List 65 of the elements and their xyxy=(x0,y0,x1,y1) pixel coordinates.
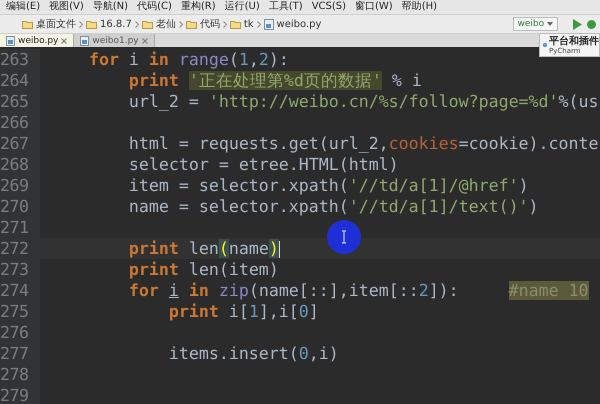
menu-item[interactable]: 工具(T) xyxy=(268,1,303,13)
folder-icon xyxy=(86,20,97,28)
breadcrumb-item[interactable]: 16.8.7 xyxy=(86,18,132,30)
line-number: 275 xyxy=(0,301,40,322)
mouse-pointer-icon xyxy=(327,220,361,254)
chevron-right-icon xyxy=(134,20,139,28)
line-number: 278 xyxy=(0,364,40,385)
menu-item[interactable]: 窗口(W) xyxy=(355,1,393,13)
line-number: 264 xyxy=(0,70,40,91)
code-line: print len(item) xyxy=(128,260,279,279)
folder-icon xyxy=(22,20,33,28)
line-number: 273 xyxy=(0,259,40,280)
line-number: 269 xyxy=(0,175,40,196)
code-line: print i[1],i[0] xyxy=(168,302,319,321)
line-number: 274 xyxy=(0,280,40,301)
line-number: 268 xyxy=(0,154,40,175)
line-number: 271 xyxy=(0,217,40,238)
folder-icon xyxy=(142,20,153,28)
line-number: 267 xyxy=(0,133,40,154)
line-number: 263 xyxy=(0,49,40,70)
menu-item[interactable]: 帮助(H) xyxy=(402,1,438,13)
menu-item[interactable]: VCS(S) xyxy=(312,1,346,13)
code-line: url_2 = 'http://weibo.cn/%s/follow?page=%d'%(us xyxy=(128,92,598,111)
menu-item[interactable]: 代码(C) xyxy=(137,1,172,13)
code-line: items.insert(0,i) xyxy=(168,344,339,363)
line-number: 277 xyxy=(0,343,40,364)
breadcrumb-item[interactable]: 桌面文件 xyxy=(22,17,76,31)
folder-icon xyxy=(230,20,241,28)
python-file-icon xyxy=(264,18,274,30)
breadcrumb-item[interactable]: weibo.py xyxy=(264,18,322,30)
line-number: 276 xyxy=(0,322,40,343)
breadcrumb-item[interactable]: 代码 xyxy=(186,17,220,31)
breadcrumb-item[interactable]: 老仙 xyxy=(142,17,176,31)
python-file-icon xyxy=(6,36,15,46)
chevron-right-icon xyxy=(256,20,261,28)
menu-item[interactable]: 编辑(E) xyxy=(6,1,40,13)
menu-item[interactable]: 视图(V) xyxy=(49,1,84,13)
line-number: 266 xyxy=(0,112,40,133)
code-line: for i in range(1,2): xyxy=(88,50,289,69)
editor-tab[interactable]: weibo.py xyxy=(0,34,74,47)
menu-item[interactable]: 运行(U) xyxy=(224,1,260,13)
close-icon[interactable] xyxy=(142,38,148,44)
run-configuration-dropdown[interactable]: weibo xyxy=(512,17,558,31)
line-number: 265 xyxy=(0,91,40,112)
folder-icon xyxy=(186,20,197,28)
menu-item[interactable]: 导航(N) xyxy=(92,1,128,13)
editor-tab[interactable]: weibo1.py xyxy=(74,34,155,47)
chevron-right-icon xyxy=(222,20,227,28)
breadcrumb-item[interactable]: tk xyxy=(230,18,254,30)
code-line: name = selector.xpath('//td/a[1]/text()') xyxy=(128,197,539,216)
notification-title: 平台和插件 xyxy=(549,36,599,46)
code-line: html = requests.get(url_2,cookies=cookie).conte xyxy=(128,134,598,153)
menu-item[interactable]: 重构(R) xyxy=(180,1,216,13)
line-number: 270 xyxy=(0,196,40,217)
code-line: selector = etree.HTML(html) xyxy=(128,155,399,174)
chevron-right-icon xyxy=(79,20,83,28)
code-line: print '正在处理第%d页的数据' % i xyxy=(128,70,422,92)
caret-icon xyxy=(547,22,553,26)
close-icon[interactable] xyxy=(61,38,68,44)
run-icon[interactable] xyxy=(573,18,582,30)
chevron-right-icon xyxy=(178,20,183,28)
code-line: item = selector.xpath('//td/a[1]/@href') xyxy=(128,176,529,195)
debug-icon[interactable] xyxy=(587,20,596,28)
python-file-icon xyxy=(80,36,90,46)
line-number: 279 xyxy=(0,385,40,404)
